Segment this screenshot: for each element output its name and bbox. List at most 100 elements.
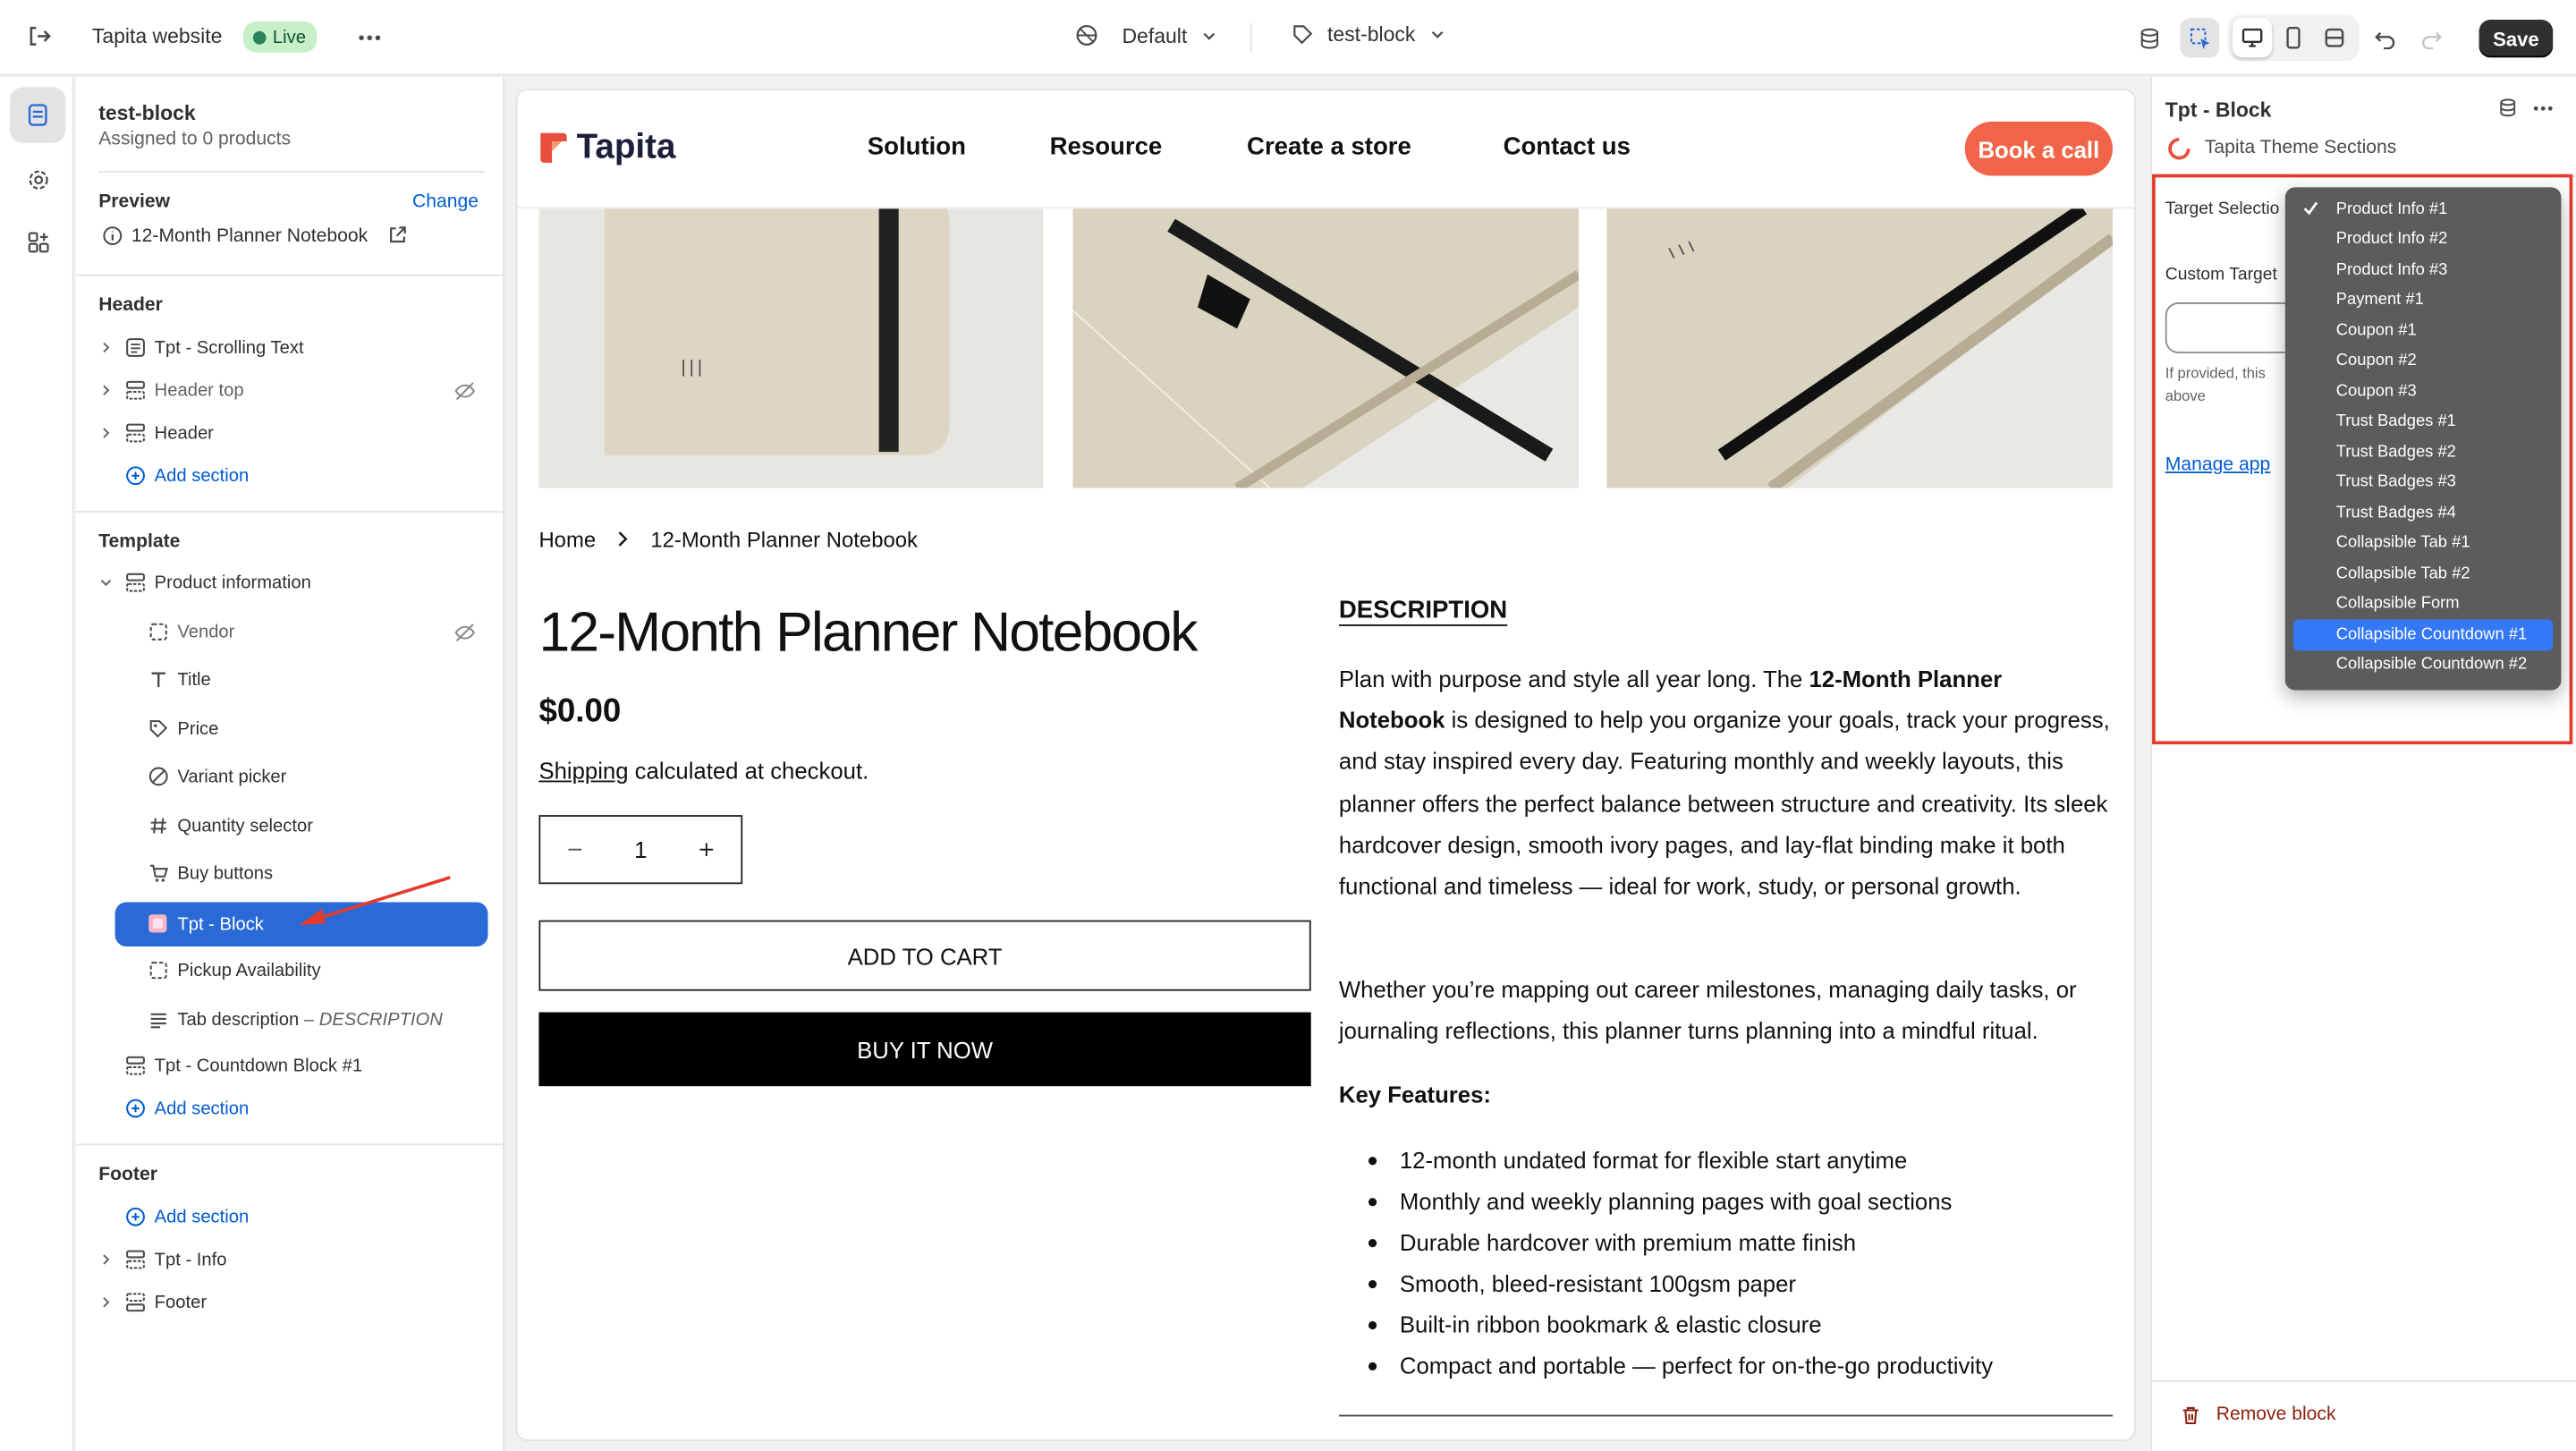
undo-icon[interactable] <box>2366 18 2405 57</box>
product-image[interactable] <box>538 208 1044 488</box>
template-selector[interactable]: test-block <box>1292 23 1445 46</box>
mobile-icon[interactable] <box>2274 18 2313 57</box>
redo-icon[interactable] <box>2411 18 2451 57</box>
dropdown-option[interactable]: Coupon #2 <box>2293 346 2553 377</box>
buy-now-button[interactable]: BUY IT NOW <box>538 1012 1311 1087</box>
block-row[interactable]: Quantity selector <box>75 805 504 848</box>
nav-link[interactable]: Create a store <box>1247 133 1411 161</box>
dropdown-option[interactable]: Payment #1 <box>2293 285 2553 316</box>
more-icon[interactable] <box>355 25 385 51</box>
product-image[interactable] <box>1072 208 1580 488</box>
database-icon[interactable] <box>2129 18 2168 57</box>
dropdown-option[interactable]: Product Info #1 <box>2293 194 2553 225</box>
nav-link[interactable]: Solution <box>868 133 966 161</box>
section-row[interactable]: Tpt - Scrolling Text <box>75 327 504 370</box>
add-to-cart-button[interactable]: ADD TO CART <box>538 920 1311 991</box>
block-row[interactable]: Tab description – DESCRIPTION <box>75 999 504 1042</box>
preview-product[interactable]: 12-Month Planner Notebook <box>131 226 368 246</box>
add-section-label: Add section <box>154 1099 250 1119</box>
chevron-right-icon[interactable] <box>98 340 114 355</box>
divider <box>1338 1414 2113 1417</box>
section-row[interactable]: Header <box>75 412 504 455</box>
chevron-right-icon[interactable] <box>98 383 114 398</box>
shipping-link[interactable]: Shipping <box>538 758 628 784</box>
desktop-icon[interactable] <box>2233 18 2273 58</box>
divider <box>75 274 504 276</box>
section-row[interactable]: Header top <box>75 369 504 412</box>
nav-link[interactable]: Resource <box>1050 133 1163 161</box>
quantity-stepper[interactable]: 1 <box>538 815 743 885</box>
tapita-logo-icon <box>538 130 568 165</box>
chevron-right-icon[interactable] <box>98 1252 114 1268</box>
preview-label: Preview <box>98 191 171 212</box>
add-section-button[interactable]: Add section <box>75 455 504 498</box>
plus-icon[interactable] <box>699 841 715 857</box>
external-link-icon[interactable] <box>387 225 407 245</box>
dropdown-option[interactable]: Collapsible Tab #1 <box>2293 529 2553 559</box>
dropdown-option[interactable]: Coupon #3 <box>2293 377 2553 407</box>
section-icon <box>125 337 147 359</box>
breadcrumb-current: 12-Month Planner Notebook <box>650 527 918 553</box>
dropdown-option[interactable]: Coupon #1 <box>2293 316 2553 346</box>
database-icon[interactable] <box>2497 97 2519 118</box>
section-row[interactable]: Product information <box>75 562 504 605</box>
remove-block-button[interactable]: Remove block <box>2216 1405 2336 1425</box>
more-icon[interactable] <box>2530 97 2556 120</box>
dropdown-option[interactable]: Trust Badges #1 <box>2293 407 2553 437</box>
inspector-icon[interactable] <box>2180 18 2220 58</box>
settings-icon[interactable] <box>10 151 65 207</box>
store-logo[interactable]: Tapita <box>538 128 675 167</box>
save-button[interactable]: Save <box>2479 20 2554 58</box>
feature-text: Durable hardcover with premium matte fin… <box>1399 1229 1857 1256</box>
chevron-right-icon[interactable] <box>98 1294 114 1310</box>
dropdown-option-highlighted[interactable]: Collapsible Countdown #1 <box>2293 619 2554 650</box>
product-image[interactable] <box>1606 208 2113 488</box>
dropdown-option[interactable]: Collapsible Countdown #2 <box>2293 649 2553 680</box>
bullet-icon <box>1368 1238 1377 1247</box>
trash-icon[interactable] <box>2180 1405 2201 1427</box>
exit-icon[interactable] <box>26 23 52 49</box>
section-icon <box>125 572 147 593</box>
book-call-button[interactable]: Book a call <box>1964 121 2113 176</box>
hidden-eye-icon[interactable] <box>453 621 477 644</box>
add-section-button[interactable]: Add section <box>75 1196 504 1239</box>
chevron-down-icon[interactable] <box>98 575 114 590</box>
dropdown-option[interactable]: Trust Badges #2 <box>2293 437 2553 468</box>
live-dot-icon <box>252 30 267 44</box>
dropdown-option[interactable]: Trust Badges #4 <box>2293 498 2553 529</box>
dropdown-option[interactable]: Product Info #2 <box>2293 225 2553 255</box>
preview-change-link[interactable]: Change <box>412 192 479 212</box>
section-row[interactable]: Footer <box>75 1282 504 1325</box>
quantity-value[interactable]: 1 <box>634 836 647 862</box>
block-row[interactable]: Variant picker <box>75 756 504 799</box>
block-row[interactable]: Title <box>75 659 504 702</box>
apps-icon[interactable] <box>10 214 65 269</box>
section-icon <box>125 1292 147 1313</box>
tab-description-suffix: – DESCRIPTION <box>303 1010 443 1031</box>
description-heading[interactable]: DESCRIPTION <box>1339 597 1507 624</box>
minus-icon[interactable] <box>566 841 582 857</box>
block-row[interactable]: Price <box>75 709 504 751</box>
dropdown-option[interactable]: Product Info #3 <box>2293 255 2553 285</box>
nav-link[interactable]: Contact us <box>1504 133 1631 161</box>
breadcrumb-home[interactable]: Home <box>538 528 596 553</box>
theme-selector[interactable]: Default <box>1074 23 1216 48</box>
section-row[interactable]: Tpt - Info <box>75 1239 504 1282</box>
divider <box>98 171 485 173</box>
dropdown-option[interactable]: Collapsible Tab #2 <box>2293 559 2553 590</box>
status-badge-label: Live <box>272 27 306 47</box>
dropdown-option[interactable]: Trust Badges #3 <box>2293 468 2553 498</box>
section-row[interactable]: Tpt - Countdown Block #1 <box>75 1045 504 1088</box>
target-selection-dropdown[interactable]: Product Info #1 Product Info #2 Product … <box>2284 187 2562 691</box>
fullscreen-icon[interactable] <box>2315 18 2354 57</box>
add-section-button[interactable]: Add section <box>75 1088 504 1131</box>
store-name: Tapita website <box>91 24 223 48</box>
chevron-right-icon <box>613 529 632 548</box>
block-row[interactable]: Vendor <box>75 611 504 654</box>
app-block-icon <box>148 913 167 933</box>
chevron-right-icon[interactable] <box>98 426 114 441</box>
dropdown-option[interactable]: Collapsible Form <box>2293 590 2553 620</box>
block-row[interactable]: Pickup Availability <box>75 950 504 993</box>
hidden-eye-icon[interactable] <box>453 379 477 403</box>
sections-icon[interactable] <box>10 87 66 143</box>
